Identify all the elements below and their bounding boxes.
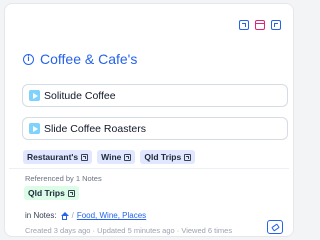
tag-wine[interactable]: Wine [97, 150, 136, 164]
tag-label: Restaurant's [27, 152, 79, 162]
tag-qld-trips[interactable]: Qld Trips [140, 150, 196, 164]
title-row: i Coffee & Cafe's [23, 51, 137, 67]
linked-note-solitude-coffee[interactable]: Solitude Coffee [22, 84, 288, 107]
erase-button[interactable] [267, 220, 283, 234]
references-tag-list: Qld Trips [24, 186, 79, 200]
tag-list: Restaurant's Wine Qld Trips [23, 150, 196, 164]
linked-note-slide-coffee-roasters[interactable]: Slide Coffee Roasters [22, 117, 288, 140]
open-external-icon[interactable] [239, 20, 249, 30]
expand-icon[interactable] [271, 20, 281, 30]
tag-label: Qld Trips [144, 152, 182, 162]
references-label: Referenced by 1 Notes [25, 174, 102, 183]
play-icon [29, 123, 40, 134]
tag-label: Qld Trips [28, 188, 65, 198]
breadcrumb-prefix: in Notes: [25, 211, 57, 220]
breadcrumb: in Notes: / Food, Wine, Places [25, 211, 146, 220]
eraser-icon [270, 222, 280, 232]
tag-label: Wine [101, 152, 122, 162]
window-icon[interactable] [255, 20, 265, 30]
breadcrumb-separator: / [71, 211, 74, 220]
open-external-icon[interactable] [81, 153, 89, 161]
info-icon[interactable]: i [23, 53, 34, 65]
tag-restaurants[interactable]: Restaurant's [23, 150, 93, 164]
open-external-icon[interactable] [184, 153, 192, 161]
note-card: i Coffee & Cafe's Solitude Coffee Slide … [4, 3, 294, 237]
open-external-icon[interactable] [67, 189, 75, 197]
breadcrumb-link[interactable]: Food, Wine, Places [77, 211, 146, 220]
card-actions [239, 20, 281, 30]
linked-note-label: Slide Coffee Roasters [44, 122, 146, 135]
open-external-icon[interactable] [124, 153, 132, 161]
page-title: Coffee & Cafe's [40, 51, 138, 67]
linked-note-label: Solitude Coffee [44, 89, 116, 102]
play-icon [29, 90, 40, 101]
divider [9, 168, 289, 169]
home-icon[interactable] [60, 211, 69, 220]
note-metadata: Created 3 days ago · Updated 5 minutes a… [25, 226, 233, 235]
reference-tag-qld-trips[interactable]: Qld Trips [24, 186, 79, 200]
